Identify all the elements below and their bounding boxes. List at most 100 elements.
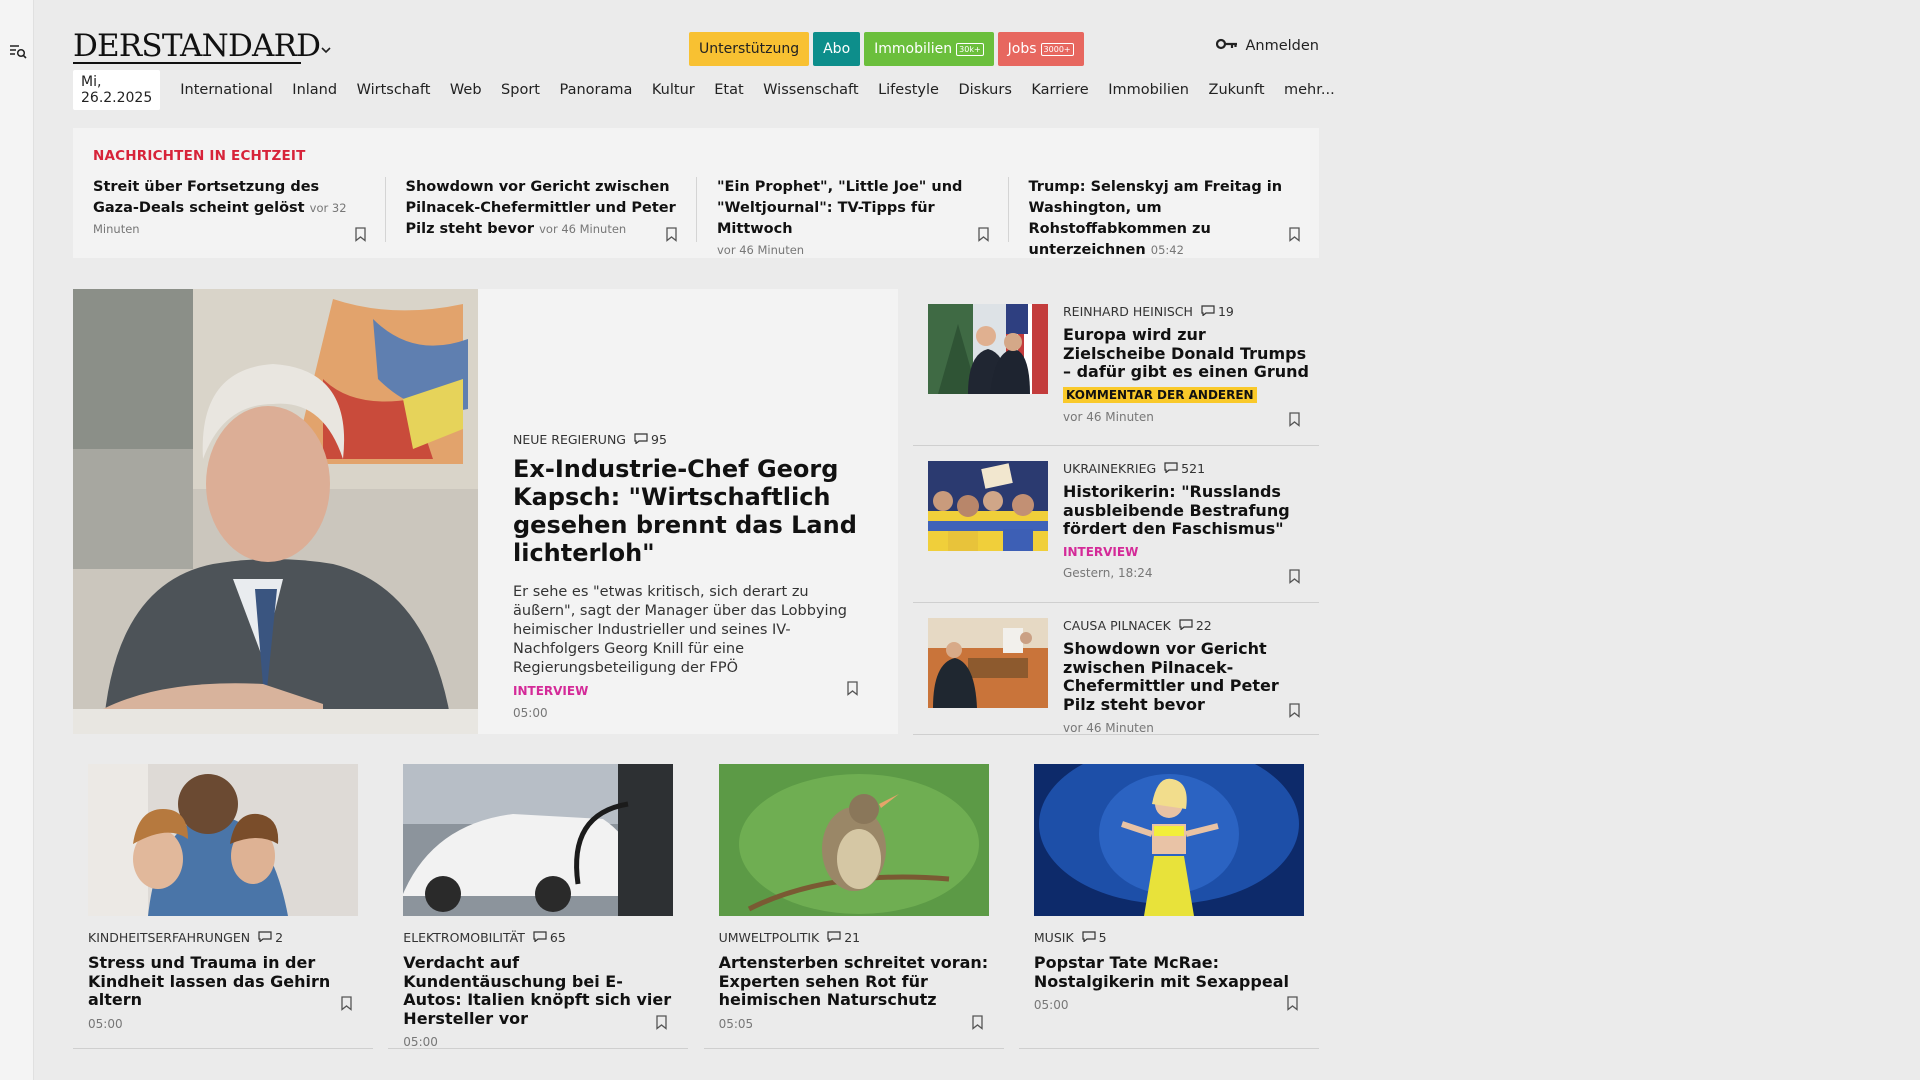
teaser-headline[interactable]: Historikerin: "Russlands ausbleibende Be…: [1063, 482, 1313, 539]
article-card[interactable]: MUSIK 5 Popstar Tate McRae: Nostalgikeri…: [1018, 764, 1319, 1049]
teaser-headline[interactable]: Europa wird zur Zielscheibe Donald Trump…: [1063, 325, 1313, 382]
chevron-down-icon[interactable]: [319, 42, 333, 56]
comment-number: 19: [1217, 304, 1234, 319]
nav-item-more[interactable]: mehr...: [1284, 82, 1335, 98]
nav-item-wissenschaft[interactable]: Wissenschaft: [763, 82, 858, 98]
article-card[interactable]: UMWELTPOLITIK 21 Artensterben schreitet …: [703, 764, 1004, 1049]
ticker-item[interactable]: Streit über Fortsetzung des Gaza-Deals s…: [73, 177, 385, 242]
hero-headline[interactable]: Ex-Industrie-Chef Georg Kapsch: "Wirtsch…: [513, 455, 873, 567]
comment-count[interactable]: 5: [1082, 930, 1107, 945]
page: DERSTANDARD Unterstützung Abo Immobilien…: [73, 0, 1335, 1049]
bookmark-icon[interactable]: [1288, 412, 1301, 427]
bookmark-icon[interactable]: [1288, 227, 1301, 242]
ticker-item[interactable]: Trump: Selenskyj am Freitag in Washingto…: [1007, 177, 1320, 258]
nav-item-panorama[interactable]: Panorama: [559, 82, 632, 98]
ticker-item[interactable]: "Ein Prophet", "Little Joe" und "Weltjou…: [696, 177, 1008, 257]
nav-item-karriere[interactable]: Karriere: [1031, 82, 1088, 98]
teaser-headline[interactable]: Showdown vor Gericht zwischen Pilnacek-C…: [1063, 639, 1313, 714]
card-photo[interactable]: [718, 764, 989, 916]
teaser-photo[interactable]: [928, 304, 1048, 394]
bookmark-icon[interactable]: [340, 996, 353, 1011]
nav-item-inland[interactable]: Inland: [292, 82, 337, 98]
nav-item-web[interactable]: Web: [450, 82, 482, 98]
login-button[interactable]: Anmelden: [1215, 38, 1319, 54]
comment-icon: [1164, 461, 1178, 476]
bookmark-icon[interactable]: [977, 227, 990, 242]
article-time: Gestern, 18:24: [1063, 565, 1153, 580]
ticker-item[interactable]: Showdown vor Gericht zwischen Pilnacek-C…: [384, 177, 697, 242]
abo-button[interactable]: Abo: [813, 32, 861, 66]
side-teaser[interactable]: UKRAINEKRIEG 521 Historikerin: "Russland…: [913, 446, 1319, 603]
ticker-time: 05:42: [1150, 243, 1184, 257]
nav-item-wirtschaft[interactable]: Wirtschaft: [357, 82, 431, 98]
bookmark-icon[interactable]: [655, 1015, 668, 1030]
card-text: KINDHEITSERFAHRUNGEN 2 Stress und Trauma…: [88, 930, 363, 1031]
bookmark-icon[interactable]: [1288, 569, 1301, 584]
bookmark-icon[interactable]: [354, 227, 367, 242]
unterstuetzung-button[interactable]: Unterstützung: [689, 32, 810, 66]
teaser-photo[interactable]: [928, 461, 1048, 551]
comment-number: 2: [275, 930, 284, 945]
teaser-photo[interactable]: [928, 618, 1048, 708]
nav-item-zukunft[interactable]: Zukunft: [1209, 82, 1265, 98]
main-nav: Mi, 26.2.2025 International Inland Wirts…: [73, 70, 1354, 110]
bookmark-icon[interactable]: [1288, 703, 1301, 718]
comment-number: 21: [844, 930, 861, 945]
nav-item-immobilien[interactable]: Immobilien: [1108, 82, 1189, 98]
comment-icon: [258, 930, 272, 945]
comment-number: 5: [1098, 930, 1107, 945]
kicker-label: ELEKTROMOBILITÄT: [403, 930, 525, 945]
ticker-label: NACHRICHTEN IN ECHTZEIT: [93, 148, 306, 164]
card-headline[interactable]: Verdacht auf Kundentäuschung bei E-Autos…: [403, 953, 678, 1028]
card-photo[interactable]: [403, 764, 674, 916]
article-card[interactable]: ELEKTROMOBILITÄT 65 Verdacht auf Kundent…: [388, 764, 689, 1049]
bookmark-icon[interactable]: [1286, 996, 1299, 1011]
article-card[interactable]: KINDHEITSERFAHRUNGEN 2 Stress und Trauma…: [73, 764, 373, 1049]
hero-article[interactable]: NEUE REGIERUNG 95 Ex-Industrie-Chef Geor…: [73, 289, 898, 734]
article-kicker: ELEKTROMOBILITÄT 65: [403, 930, 678, 945]
nav-item-etat[interactable]: Etat: [714, 82, 743, 98]
ticker-title: "Ein Prophet", "Little Joe" und "Weltjou…: [717, 179, 963, 237]
comment-count[interactable]: 95: [634, 432, 667, 447]
immobilien-button[interactable]: Immobilien 30k+: [864, 32, 994, 66]
jobs-button[interactable]: Jobs 3000+: [997, 32, 1084, 66]
ticker-time: vor 46 Minuten: [539, 222, 627, 236]
card-photo[interactable]: [1033, 764, 1304, 916]
comment-icon: [1082, 930, 1096, 945]
card-headline[interactable]: Artensterben schreitet voran: Experten s…: [719, 953, 994, 1010]
nav-item-international[interactable]: International: [180, 82, 273, 98]
side-teaser[interactable]: CAUSA PILNACEK 22 Showdown vor Gericht z…: [913, 603, 1319, 735]
bookmark-icon[interactable]: [971, 1015, 984, 1030]
teaser-text: UKRAINEKRIEG 521 Historikerin: "Russland…: [1063, 461, 1313, 580]
teaser-text: CAUSA PILNACEK 22 Showdown vor Gericht z…: [1063, 618, 1313, 735]
comment-count[interactable]: 21: [827, 930, 860, 945]
bookmark-icon[interactable]: [665, 227, 678, 242]
site-header: DERSTANDARD Unterstützung Abo Immobilien…: [73, 0, 1319, 70]
comment-number: 65: [549, 930, 566, 945]
comment-count[interactable]: 2: [258, 930, 283, 945]
comment-count[interactable]: 22: [1179, 618, 1212, 633]
side-teaser[interactable]: REINHARD HEINISCH 19 Europa wird zur Zie…: [913, 289, 1319, 446]
pill-badge: 30k+: [956, 42, 984, 56]
bookmark-icon[interactable]: [846, 681, 859, 696]
hero-text: NEUE REGIERUNG 95 Ex-Industrie-Chef Geor…: [513, 432, 873, 720]
nav-item-kultur[interactable]: Kultur: [652, 82, 695, 98]
hero-photo[interactable]: [73, 289, 478, 734]
nav-item-diskurs[interactable]: Diskurs: [958, 82, 1011, 98]
article-time: 05:00: [513, 706, 548, 720]
comment-count[interactable]: 19: [1201, 304, 1234, 319]
card-photo[interactable]: [88, 764, 358, 916]
site-logo[interactable]: DERSTANDARD: [73, 28, 321, 64]
nav-item-lifestyle[interactable]: Lifestyle: [878, 82, 939, 98]
article-tag: INTERVIEW: [1063, 544, 1139, 559]
card-headline[interactable]: Popstar Tate McRae: Nostalgikerin mit Se…: [1034, 953, 1309, 991]
comment-count[interactable]: 65: [533, 930, 566, 945]
pill-label: Unterstützung: [699, 41, 800, 57]
card-headline[interactable]: Stress und Trauma in der Kindheit lassen…: [88, 953, 363, 1010]
nav-item-sport[interactable]: Sport: [501, 82, 540, 98]
comment-count[interactable]: 521: [1164, 461, 1205, 476]
article-card-row: KINDHEITSERFAHRUNGEN 2 Stress und Trauma…: [73, 764, 1319, 1049]
menu-search-icon[interactable]: [9, 42, 27, 60]
article-kicker: UKRAINEKRIEG 521: [1063, 461, 1313, 476]
comment-icon: [1179, 618, 1193, 633]
